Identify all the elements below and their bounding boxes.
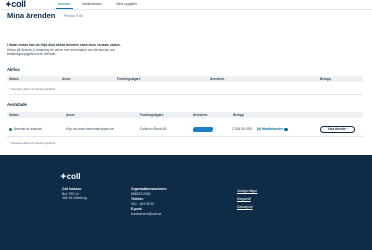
row-avser: Köp via www.hemmashoppen.se [66,127,114,131]
closed-table-header: Status Avser Fordringsägare Ärendenr. Be… [7,112,363,118]
footer-link-data-protection[interactable]: Dataskydd [237,205,253,209]
footer-address: Coll Inkasso Box 795 14 404 36 Göteborg [62,187,87,201]
row-case-number-redacted [192,126,214,132]
coll-logo[interactable]: ✦coll [5,0,26,9]
footer: ✦coll Coll Inkasso Box 795 14 404 36 Göt… [0,155,372,250]
nav-item-mina-uppgifter[interactable]: Mina uppgifter [116,2,137,6]
closed-col-status: Status [9,113,19,118]
active-section-title: Aktiva [7,67,20,72]
closed-note: * Aktuella skätt och betalningsflöde [9,141,56,145]
closed-col-creditor: Fordringsägare [140,113,164,118]
active-col-amount: Belopp [320,77,331,82]
chevron-right-icon: › [346,126,348,131]
row-messages-link[interactable]: (6) Meddelanden [257,127,289,131]
closed-col-amount: Belopp [233,113,244,118]
footer-contact: Organisationsnummer: 556523-0363 Telefon… [131,187,168,217]
closed-section-title: Avslutade [7,102,27,107]
closed-divider [7,136,363,137]
page-title: Mina ärenden [7,11,56,20]
row-amount: 2 305,50 SEK [232,127,253,131]
active-divider [7,94,363,95]
footer-email-link[interactable]: kundservice@coll.se [131,212,167,217]
printed-timestamp: Printad: 9:46 [64,14,83,18]
footer-link-complaints[interactable]: Klagomål [237,197,251,201]
active-col-case-number: Ärendenr. [210,77,225,82]
row-status: Ärendet är avslutat [14,127,42,131]
intro-line-3: betalningsuppgifterna för ärendet. [7,52,57,57]
footer-coll-logo: ✦coll [60,172,81,181]
coll-logo-mark-icon: ✦ [60,172,67,181]
active-col-avser: Avser [62,77,71,82]
active-empty-note: * Aktuella skätt och betalningsflöde [9,87,56,91]
chat-bubble-icon [284,127,289,131]
top-navigation-bar: ✦coll Ärenden Meddelanden Mina uppgifter [0,0,372,10]
nav-item-arenden[interactable]: Ärenden [58,2,70,6]
status-check-icon [9,127,12,131]
table-row: Ärendet är avslutat Köp via www.hemmasho… [7,124,363,135]
active-col-status: Status [9,77,19,82]
view-case-button[interactable]: Visa ärende › [320,125,355,133]
active-table-header: Status Avser Fordringsägare Ärendenr. Be… [7,76,363,82]
footer-link-faq[interactable]: Vanliga frågor [237,189,257,193]
nav-item-meddelanden[interactable]: Meddelanden [82,2,102,6]
intro-text: I listan nedan kan du följa dina aktiva … [7,43,227,57]
row-creditor: Collector Bank AB [140,127,167,131]
active-col-creditor: Fordringsägare [117,77,141,82]
nav-active-indicator [56,8,73,9]
closed-col-avser: Avser [66,113,75,118]
closed-col-case-number: Ärendenr. [193,113,208,118]
